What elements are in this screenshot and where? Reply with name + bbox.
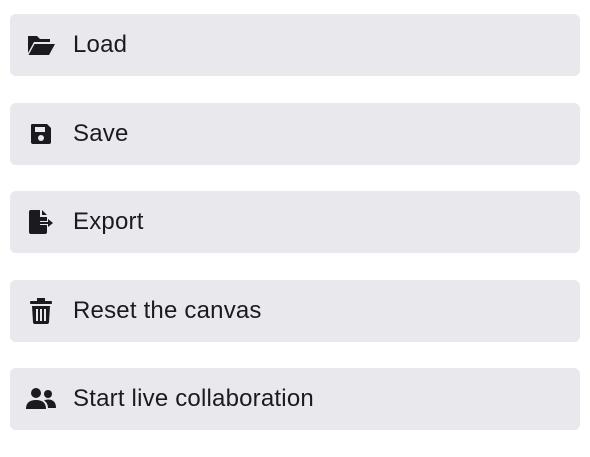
start-live-collaboration-button[interactable]: Start live collaboration (10, 368, 580, 430)
export-button[interactable]: Export (10, 191, 580, 253)
trash-icon (24, 294, 58, 328)
reset-canvas-label: Reset the canvas (73, 296, 262, 324)
save-button[interactable]: Save (10, 102, 580, 165)
folder-open-icon (24, 28, 58, 62)
load-button[interactable]: Load (10, 14, 580, 76)
file-export-icon (24, 205, 58, 239)
export-label: Export (73, 208, 144, 235)
save-label: Save (73, 119, 129, 147)
floppy-disk-icon (24, 117, 58, 151)
reset-canvas-button[interactable]: Reset the canvas (10, 279, 580, 342)
load-label: Load (73, 31, 128, 58)
main-menu: Load Save Export Reset the canvas Start … (10, 14, 580, 457)
start-live-collaboration-label: Start live collaboration (73, 385, 314, 412)
users-icon (24, 382, 58, 416)
